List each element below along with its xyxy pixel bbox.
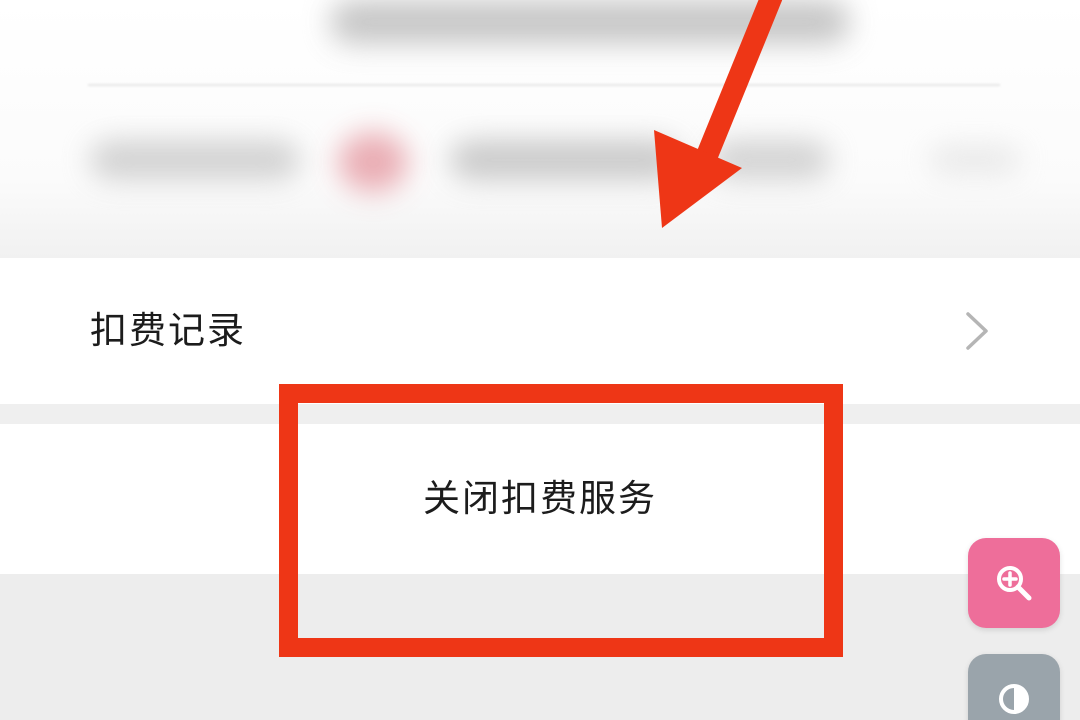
screen: 扣费记录 关闭扣费服务	[0, 0, 1080, 720]
divider	[88, 84, 1000, 86]
blurred-title	[330, 0, 850, 44]
blurred-text	[450, 140, 680, 180]
contrast-icon	[999, 684, 1029, 714]
blurred-text	[930, 145, 1020, 175]
zoom-in-button[interactable]	[968, 538, 1060, 628]
section-gap	[0, 404, 1080, 424]
contrast-button[interactable]	[968, 654, 1060, 720]
chevron-right-icon	[966, 312, 988, 350]
deduction-record-row[interactable]: 扣费记录	[0, 258, 1080, 404]
blurred-text	[710, 140, 830, 180]
blurred-icon	[338, 132, 408, 192]
close-deduction-service-button[interactable]: 关闭扣费服务	[0, 424, 1080, 574]
blurred-header-region	[0, 0, 1080, 258]
blurred-text	[90, 140, 300, 180]
zoom-in-icon	[997, 566, 1032, 601]
deduction-record-label: 扣费记录	[90, 309, 246, 352]
close-deduction-service-label: 关闭扣费服务	[423, 477, 657, 520]
